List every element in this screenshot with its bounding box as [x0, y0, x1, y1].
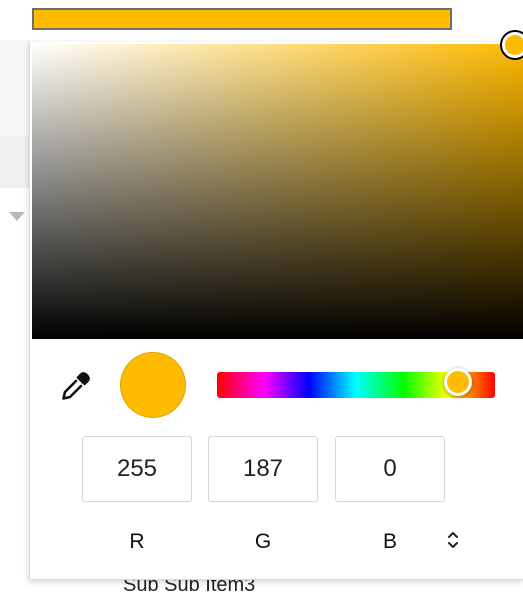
color-swatch-field[interactable] — [32, 8, 452, 30]
saturation-value-area[interactable] — [32, 32, 523, 339]
green-label: G — [254, 530, 272, 553]
saturation-handle[interactable] — [502, 32, 523, 58]
color-picker-popup: R G B — [29, 32, 523, 580]
green-input[interactable] — [208, 436, 318, 502]
blue-input[interactable] — [335, 436, 445, 502]
hue-slider-handle[interactable] — [444, 368, 473, 396]
red-label: R — [129, 530, 145, 553]
blue-label: B — [382, 530, 397, 553]
background-row-highlight — [0, 136, 30, 188]
chevron-up-down-icon[interactable] — [441, 526, 465, 554]
eyedropper-icon[interactable] — [58, 370, 92, 404]
red-input[interactable] — [82, 436, 192, 502]
background-panel — [0, 40, 30, 136]
caret-down-icon — [9, 212, 25, 221]
color-preview — [120, 352, 186, 418]
page: Sub Sub Item3 R G B — [0, 0, 523, 596]
